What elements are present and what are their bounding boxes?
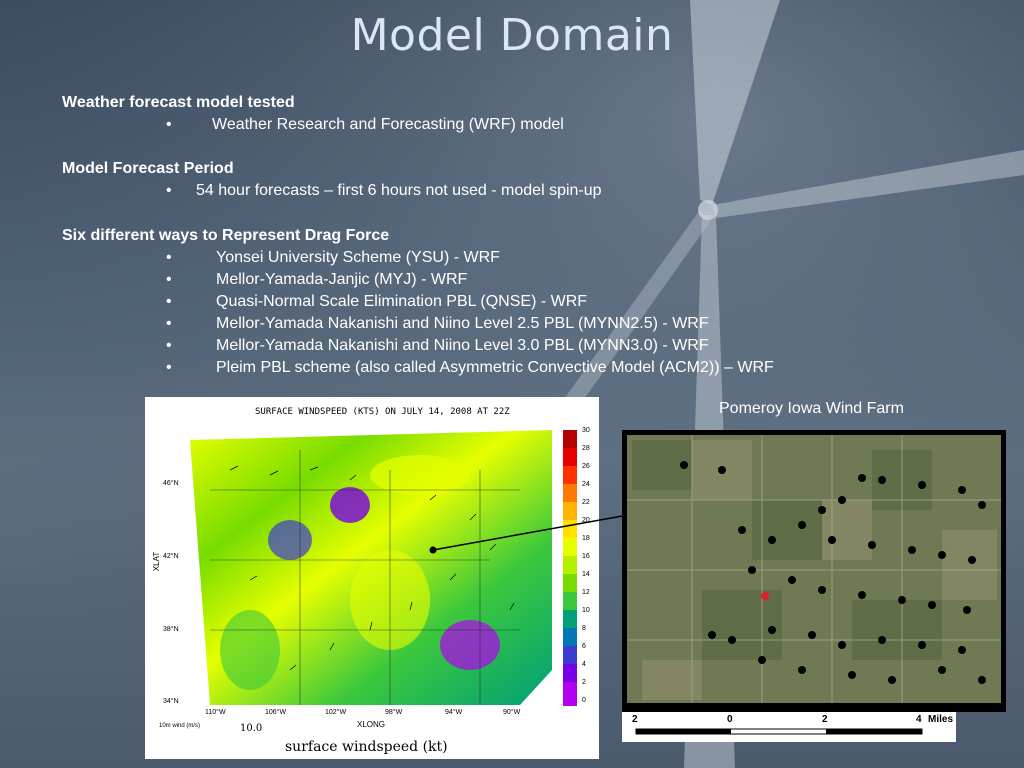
bullet-text: Mellor-Yamada Nakanishi and Niino Level …: [216, 315, 709, 332]
bullet-dot: •: [166, 359, 172, 376]
bullet-dot: •: [166, 116, 172, 133]
bullet-text: Mellor-Yamada-Janjic (MYJ) - WRF: [216, 271, 468, 288]
colorbar-swatch: [563, 556, 577, 574]
colorbar-label: 6: [582, 643, 586, 650]
colorbar: [563, 430, 577, 706]
scale-label: 2: [822, 714, 828, 725]
scale-label: 2: [632, 714, 638, 725]
map-title: SURFACE WINDSPEED (KTS) ON JULY 14, 2008…: [255, 407, 510, 417]
map-x-axis-label: XLONG: [357, 720, 386, 729]
scale-unit-label: Miles: [928, 714, 954, 725]
bullet-dot: •: [166, 293, 172, 310]
map-scale-bar: 2 0 2 4 Miles: [622, 712, 956, 742]
colorbar-swatch: [563, 682, 577, 706]
scale-label: 4: [916, 714, 922, 725]
map-x-tick: 102°W: [325, 709, 347, 716]
colorbar-label: 4: [582, 661, 586, 668]
section-heading-period: Model Forecast Period: [62, 160, 234, 177]
colorbar-label: 2: [582, 679, 586, 686]
colorbar-swatch: [563, 664, 577, 682]
map-x-tick: 98°W: [385, 709, 403, 716]
colorbar-label: 22: [582, 499, 590, 506]
colorbar-label: 30: [582, 427, 590, 434]
map-x-tick: 106°W: [265, 709, 287, 716]
colorbar-swatch: [563, 592, 577, 610]
bullet-dot: •: [166, 315, 172, 332]
colorbar-swatch: [563, 538, 577, 556]
colorbar-label: 18: [582, 535, 590, 542]
bullet-text: Mellor-Yamada Nakanishi and Niino Level …: [216, 337, 709, 354]
colorbar-swatch: [563, 430, 577, 448]
windspeed-field-plot: [190, 430, 552, 705]
colorbar-swatch: [563, 502, 577, 520]
colorbar-label: 20: [582, 517, 590, 524]
colorbar-swatch: [563, 610, 577, 628]
bullet-dot: •: [166, 271, 172, 288]
wind-farm-label: Pomeroy Iowa Wind Farm: [719, 400, 904, 417]
wind-vector-legend-label: 10m wind (m/s): [159, 723, 201, 729]
map-caption: surface windspeed (kt): [285, 739, 448, 755]
colorbar-label: 10: [582, 607, 590, 614]
bullet-text: Weather Research and Forecasting (WRF) m…: [212, 116, 564, 133]
colorbar-label: 12: [582, 589, 590, 596]
colorbar-swatch: [563, 520, 577, 538]
colorbar-swatch: [563, 574, 577, 592]
colorbar-swatch: [563, 484, 577, 502]
colorbar-swatch: [563, 466, 577, 484]
map-y-tick: 46°N: [163, 480, 179, 487]
section-heading-model: Weather forecast model tested: [62, 94, 295, 111]
map-x-tick: 90°W: [503, 709, 521, 716]
wind-vector-reference: 10.0: [240, 723, 263, 734]
colorbar-label: 28: [582, 445, 590, 452]
map-y-tick: 38°N: [163, 626, 179, 633]
bullet-dot: •: [166, 249, 172, 266]
section-heading-drag: Six different ways to Represent Drag For…: [62, 227, 390, 244]
bullet-text: Quasi-Normal Scale Elimination PBL (QNSE…: [216, 293, 588, 310]
map-y-tick: 42°N: [163, 553, 179, 560]
windspeed-map-figure: SURFACE WINDSPEED (KTS) ON JULY 14, 2008…: [145, 397, 599, 759]
colorbar-swatch: [563, 448, 577, 466]
colorbar-label: 16: [582, 553, 590, 560]
bullet-text: Yonsei University Scheme (YSU) - WRF: [216, 249, 500, 266]
map-x-tick: 110°W: [205, 709, 226, 716]
colorbar-swatch: [563, 646, 577, 664]
colorbar-label: 24: [582, 481, 590, 488]
bullet-dot: •: [166, 337, 172, 354]
colorbar-label: 8: [582, 625, 586, 632]
wind-farm-aerial-image: [622, 430, 1006, 712]
map-y-axis-label: XLAT: [152, 551, 162, 572]
colorbar-label: 0: [582, 697, 586, 704]
map-x-tick: 94°W: [445, 709, 463, 716]
slide-title: Model Domain: [350, 10, 674, 61]
bullet-text: Pleim PBL scheme (also called Asymmetric…: [216, 359, 774, 376]
scale-label: 0: [727, 714, 733, 725]
bullet-text: 54 hour forecasts – first 6 hours not us…: [196, 182, 602, 199]
bullet-dot: •: [166, 182, 172, 199]
colorbar-label: 26: [582, 463, 590, 470]
map-y-tick: 34°N: [163, 698, 179, 705]
colorbar-label: 14: [582, 571, 590, 578]
colorbar-swatch: [563, 628, 577, 646]
scale-bar-graphic: [635, 728, 923, 735]
